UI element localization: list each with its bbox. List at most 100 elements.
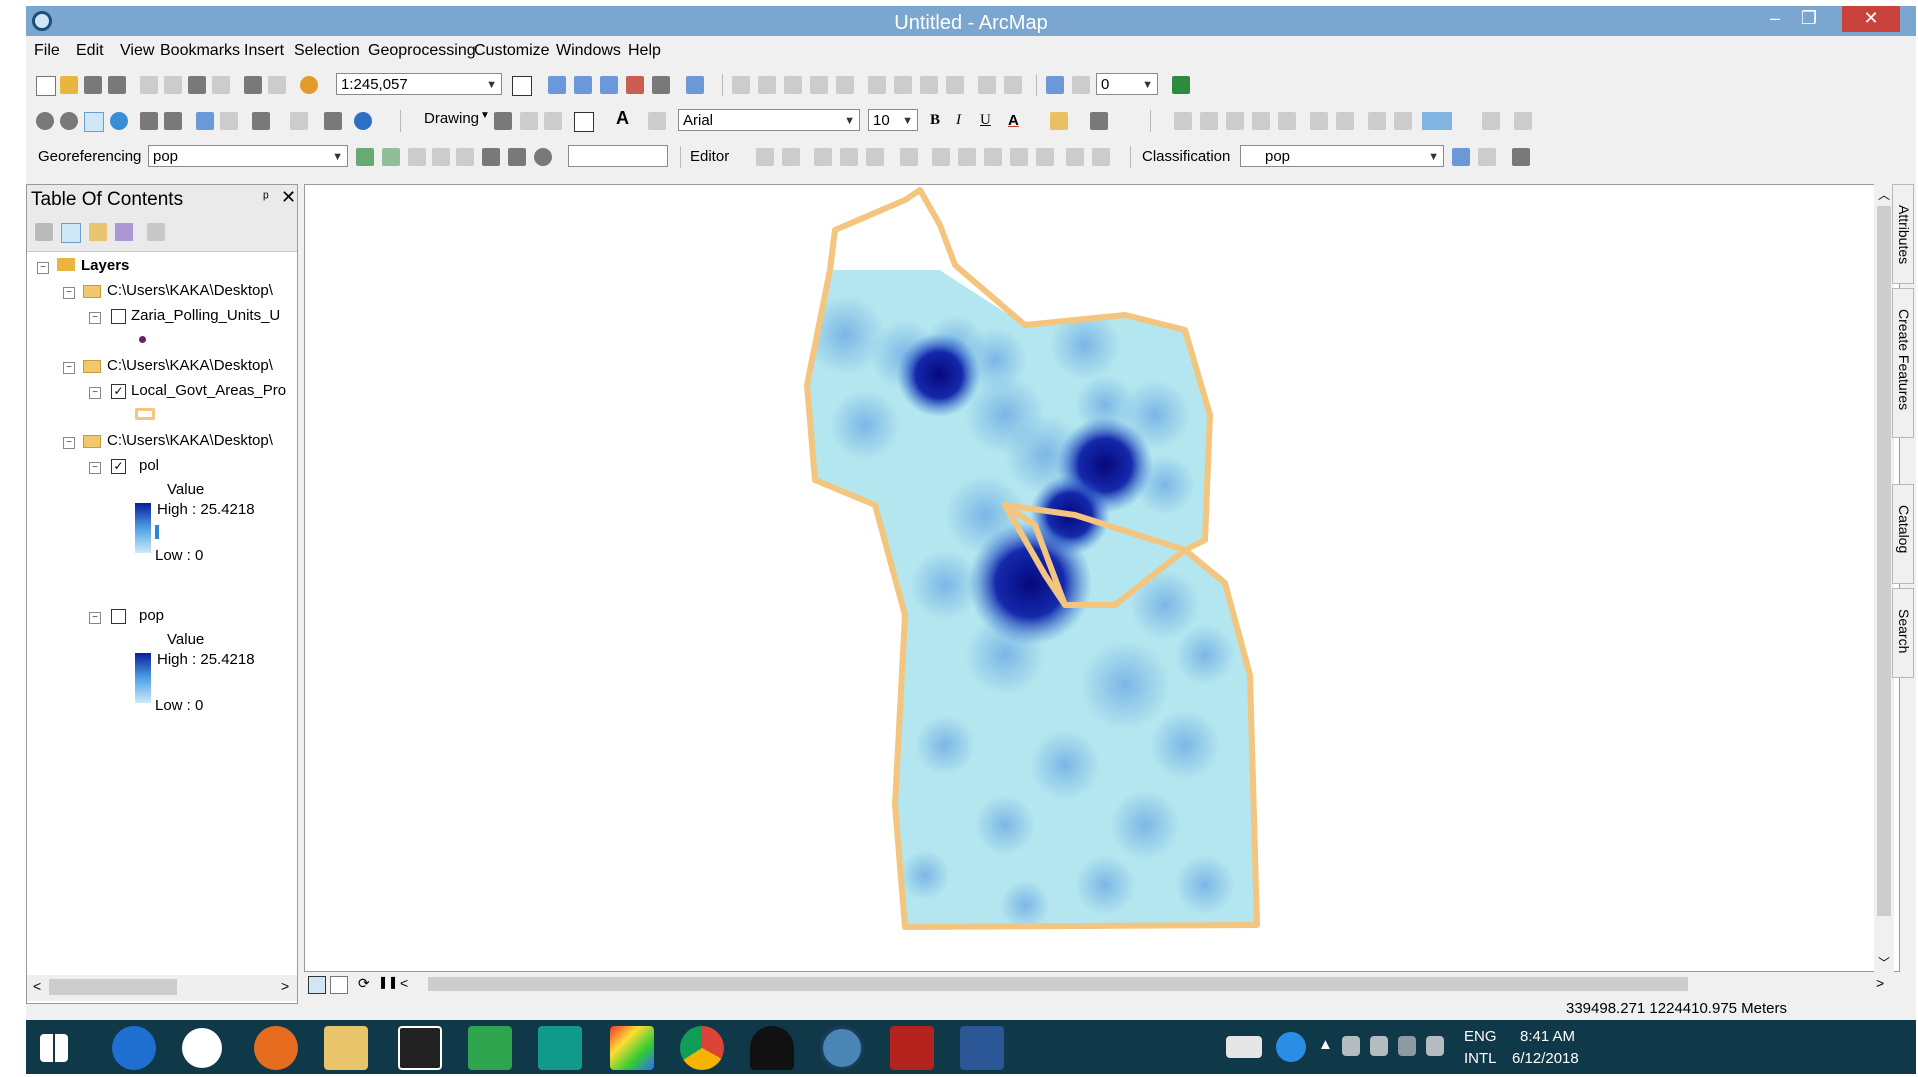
editor-menu[interactable]: Editor xyxy=(690,148,729,165)
map-hscroll-thumb[interactable] xyxy=(428,977,1688,991)
tab-catalog[interactable]: Catalog xyxy=(1892,484,1914,584)
back-extent-icon[interactable] xyxy=(196,112,214,130)
collapse-icon[interactable]: − xyxy=(63,287,75,299)
classification-options-icon[interactable] xyxy=(1512,148,1530,166)
menu-bookmarks[interactable]: Bookmarks xyxy=(160,42,240,60)
drawing-menu[interactable]: Drawing xyxy=(424,110,479,127)
georef-tool-6-icon[interactable] xyxy=(1310,112,1328,130)
identify-help-icon[interactable] xyxy=(1046,76,1064,94)
georef-tool-1-icon[interactable] xyxy=(1174,112,1192,130)
search-window-icon[interactable] xyxy=(686,76,704,94)
data-view-icon[interactable] xyxy=(308,976,326,994)
list-by-visibility-icon[interactable] xyxy=(89,223,107,241)
restore-button[interactable]: ❐ xyxy=(1794,6,1824,32)
editor-toolbar-icon[interactable] xyxy=(512,76,532,96)
paint-icon[interactable] xyxy=(610,1026,654,1070)
rotate-element-icon[interactable] xyxy=(520,112,538,130)
cut-polygon-icon[interactable] xyxy=(1004,76,1022,94)
bold-button[interactable]: B xyxy=(930,112,940,129)
group-path-2[interactable]: C:\Users\KAKA\Desktop\ xyxy=(107,357,273,374)
menu-edit[interactable]: Edit xyxy=(76,42,104,60)
new-text-icon[interactable]: A xyxy=(616,108,629,129)
hp-icon[interactable] xyxy=(182,1028,222,1068)
zoom-whole-page-icon[interactable] xyxy=(544,112,562,130)
georef-tool-9-icon[interactable] xyxy=(1394,112,1412,130)
split-icon[interactable] xyxy=(920,76,938,94)
georef-layer-combo[interactable]: pop ▼ xyxy=(148,145,348,167)
layer-checkbox-lga[interactable]: ✓ xyxy=(111,384,126,399)
redo-icon[interactable] xyxy=(268,76,286,94)
zoom-to-icon[interactable] xyxy=(534,148,552,166)
font-color-button[interactable]: A xyxy=(1008,112,1019,129)
layer-pop[interactable]: pop xyxy=(139,607,164,624)
attributes-tool-icon[interactable] xyxy=(1066,148,1084,166)
link-table-icon[interactable] xyxy=(482,148,500,166)
clock-time[interactable]: 8:41 AM xyxy=(1520,1028,1575,1045)
battery-icon[interactable] xyxy=(1370,1036,1388,1056)
menu-file[interactable]: File xyxy=(34,42,60,60)
map-vertical-scrollbar[interactable]: ︿ ﹀ xyxy=(1874,184,1894,972)
select-elements-icon[interactable] xyxy=(324,112,342,130)
rotate-points-icon[interactable] xyxy=(382,148,400,166)
classification-layer-combo[interactable]: pop ▼ xyxy=(1240,145,1444,167)
zoom-in-icon[interactable] xyxy=(36,112,54,130)
scroll-left-icon[interactable]: < xyxy=(33,978,41,994)
map-view[interactable] xyxy=(304,184,1900,972)
georef-tool-8-icon[interactable] xyxy=(1368,112,1386,130)
collapse-icon[interactable]: − xyxy=(89,462,101,474)
internet-explorer-icon[interactable] xyxy=(112,1026,156,1070)
layout-tool-1-icon[interactable] xyxy=(1482,112,1500,130)
toc-scroll-thumb[interactable] xyxy=(49,979,177,995)
show-hidden-icons[interactable]: ▲ xyxy=(1318,1036,1333,1053)
help-icon[interactable] xyxy=(1072,76,1090,94)
open-folder-icon[interactable] xyxy=(60,76,78,94)
cut-icon[interactable] xyxy=(140,76,158,94)
group-path-1[interactable]: C:\Users\KAKA\Desktop\ xyxy=(107,282,273,299)
scroll-right-icon[interactable]: > xyxy=(1876,975,1884,991)
layout-view-icon[interactable] xyxy=(330,976,348,994)
menu-customize[interactable]: Customize xyxy=(474,42,550,60)
layer-checkbox-pol[interactable]: ✓ xyxy=(111,459,126,474)
clock-date[interactable]: 6/12/2018 xyxy=(1512,1050,1579,1067)
print-icon[interactable] xyxy=(108,76,126,94)
pause-icon[interactable]: ❚❚ xyxy=(378,975,398,989)
rectangle-icon[interactable] xyxy=(574,112,594,132)
select-features-icon[interactable] xyxy=(732,76,750,94)
trace-icon[interactable] xyxy=(868,76,886,94)
help-tray-icon[interactable] xyxy=(1276,1032,1306,1062)
pan-icon[interactable] xyxy=(84,112,104,132)
georef-tool-2-icon[interactable] xyxy=(1200,112,1218,130)
catalog-icon[interactable] xyxy=(600,76,618,94)
undo-icon[interactable] xyxy=(244,76,262,94)
fill-color-icon[interactable] xyxy=(1050,112,1068,130)
store-icon[interactable] xyxy=(468,1026,512,1070)
edit-vertices-icon[interactable] xyxy=(784,76,802,94)
georef-tool-7-icon[interactable] xyxy=(1336,112,1354,130)
scroll-up-icon[interactable]: ︿ xyxy=(1878,186,1890,203)
paste-icon[interactable] xyxy=(188,76,206,94)
shift-icon[interactable] xyxy=(408,148,426,166)
menu-help[interactable]: Help xyxy=(628,42,661,60)
classification-table-icon[interactable] xyxy=(1452,148,1470,166)
scroll-down-icon[interactable]: ﹀ xyxy=(1878,954,1890,971)
edit-vertices-drawing-icon[interactable] xyxy=(648,112,666,130)
font-size-combo[interactable]: 10 ▼ xyxy=(868,109,918,131)
georef-tool-3-icon[interactable] xyxy=(1226,112,1244,130)
drawing-dropdown-arrow-icon[interactable]: ▼ xyxy=(480,110,490,121)
fixed-zoom-out-icon[interactable] xyxy=(164,112,182,130)
sketch-icon[interactable] xyxy=(836,76,854,94)
map-vscroll-thumb[interactable] xyxy=(1877,206,1891,916)
toc-close-icon[interactable]: ✕ xyxy=(281,187,296,208)
clear-selected-icon[interactable] xyxy=(290,112,308,130)
start-icon[interactable] xyxy=(40,1034,68,1062)
layer-pol[interactable]: pol xyxy=(139,457,159,474)
list-by-source-icon[interactable] xyxy=(61,223,81,243)
reshape-icon[interactable] xyxy=(978,76,996,94)
collapse-icon[interactable]: − xyxy=(37,262,49,274)
locale-indicator[interactable]: INTL xyxy=(1464,1050,1497,1067)
rotate-tool-icon[interactable] xyxy=(1036,148,1054,166)
collapse-icon[interactable]: − xyxy=(89,312,101,324)
calculator-icon[interactable] xyxy=(538,1026,582,1070)
layer-polling-units[interactable]: Zaria_Polling_Units_U xyxy=(131,307,280,324)
clear-selection-icon[interactable] xyxy=(758,76,776,94)
